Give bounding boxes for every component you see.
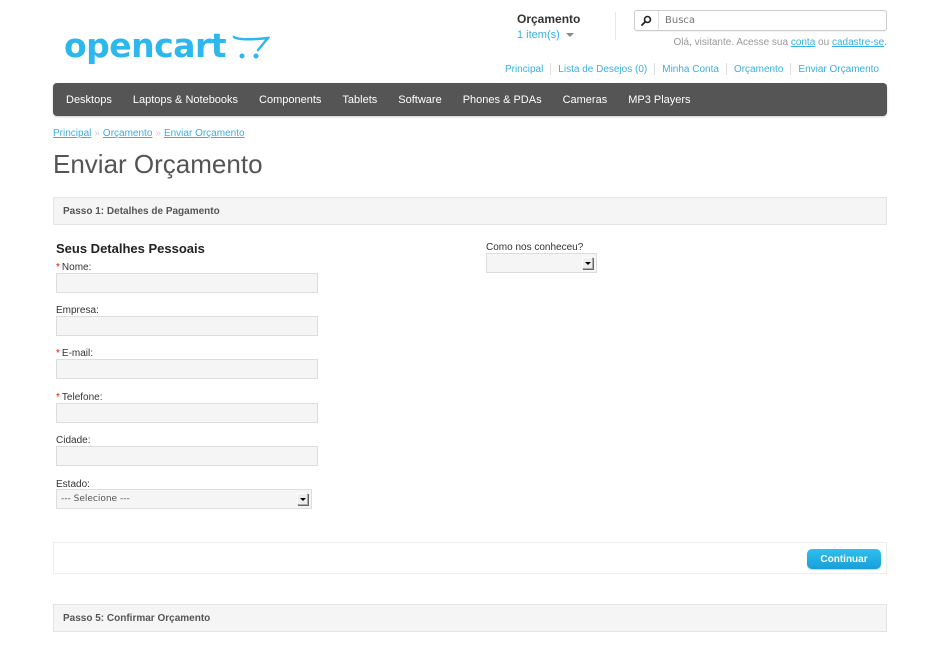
telefone-label: * Telefone: <box>56 392 103 403</box>
required-mark: * <box>56 392 60 403</box>
divider <box>725 63 727 75</box>
menu-item-tablets[interactable]: Tablets <box>342 94 377 106</box>
cart-items-count: 1 item(s) <box>517 29 560 41</box>
dropdown-arrow-icon <box>297 493 308 505</box>
estado-select[interactable]: --- Selecione --- <box>56 489 312 509</box>
breadcrumb-separator: » <box>155 128 161 139</box>
breadcrumb-orcamento[interactable]: Orçamento <box>103 128 152 139</box>
link-account[interactable]: Minha Conta <box>662 64 719 75</box>
cart-title: Orçamento <box>517 12 581 26</box>
search-input[interactable] <box>659 11 886 30</box>
como-conheceu-label: Como nos conheceu? <box>486 242 584 253</box>
divider <box>654 63 656 75</box>
menu-item-laptops[interactable]: Laptops & Notebooks <box>133 94 238 106</box>
breadcrumb: Principal» Orçamento» Enviar Orçamento <box>53 128 245 139</box>
cart-items-toggle[interactable]: 1 item(s) <box>517 29 615 41</box>
empresa-input[interactable] <box>56 316 318 336</box>
email-label-text: E-mail: <box>61 348 94 359</box>
breadcrumb-enviar[interactable]: Enviar Orçamento <box>164 128 245 139</box>
link-checkout[interactable]: Enviar Orçamento <box>798 64 879 75</box>
email-input[interactable] <box>56 359 318 379</box>
step5-header[interactable]: Passo 5: Confirmar Orçamento <box>53 604 887 632</box>
welcome-middle: ou <box>815 37 832 48</box>
logo[interactable]: opencart <box>64 12 271 65</box>
empresa-label: Empresa: <box>56 305 99 316</box>
login-link[interactable]: conta <box>791 37 815 48</box>
welcome-text: Olá, visitante. Acesse sua conta ou cada… <box>674 37 887 48</box>
menu-item-mp3[interactable]: MP3 Players <box>628 94 690 106</box>
search-button[interactable] <box>635 11 659 30</box>
menu-item-cameras[interactable]: Cameras <box>563 94 608 106</box>
nome-input[interactable] <box>56 273 318 293</box>
required-mark: * <box>56 262 60 273</box>
cart-widget[interactable]: Orçamento 1 item(s) <box>508 12 616 41</box>
continue-button[interactable]: Continuar <box>807 549 881 569</box>
email-label: * E-mail: <box>56 348 93 359</box>
required-mark: * <box>56 348 60 359</box>
estado-selected: --- Selecione --- <box>61 494 130 504</box>
section-title: Seus Detalhes Pessoais <box>56 241 205 256</box>
link-cart[interactable]: Orçamento <box>734 64 783 75</box>
nome-label-text: Nome: <box>61 262 92 273</box>
link-wishlist[interactable]: Lista de Desejos (0) <box>558 64 647 75</box>
divider <box>550 63 552 75</box>
logo-text: opencart <box>64 26 227 65</box>
link-principal[interactable]: Principal <box>505 64 543 75</box>
search-box <box>634 10 887 31</box>
menu-item-desktops[interactable]: Desktops <box>66 94 112 106</box>
page-title: Enviar Orçamento <box>53 149 263 179</box>
breadcrumb-separator: » <box>94 128 100 139</box>
welcome-suffix: . <box>884 37 887 48</box>
menu-item-components[interactable]: Components <box>259 94 321 106</box>
menu-item-software[interactable]: Software <box>398 94 441 106</box>
nome-label: * Nome: <box>56 262 91 273</box>
buttons-bar: Continuar <box>53 542 887 574</box>
breadcrumb-principal[interactable]: Principal <box>53 128 91 139</box>
category-menu: Desktops Laptops & Notebooks Components … <box>53 83 887 116</box>
search-icon <box>641 15 652 26</box>
welcome-prefix: Olá, visitante. Acesse sua <box>673 37 791 48</box>
divider <box>790 63 792 75</box>
caret-down-icon <box>565 33 574 37</box>
register-link[interactable]: cadastre-se <box>832 37 884 48</box>
menu-item-phones[interactable]: Phones & PDAs <box>463 94 542 106</box>
step1-header[interactable]: Passo 1: Detalhes de Pagamento <box>53 197 887 225</box>
telefone-label-text: Telefone: <box>61 392 103 403</box>
top-links: Principal Lista de Desejos (0) Minha Con… <box>505 63 879 75</box>
cart-logo-icon <box>232 35 271 59</box>
cidade-label: Cidade: <box>56 435 91 446</box>
telefone-input[interactable] <box>56 403 318 423</box>
como-conheceu-select[interactable] <box>486 253 597 273</box>
cidade-input[interactable] <box>56 446 318 466</box>
dropdown-arrow-icon <box>582 257 593 269</box>
